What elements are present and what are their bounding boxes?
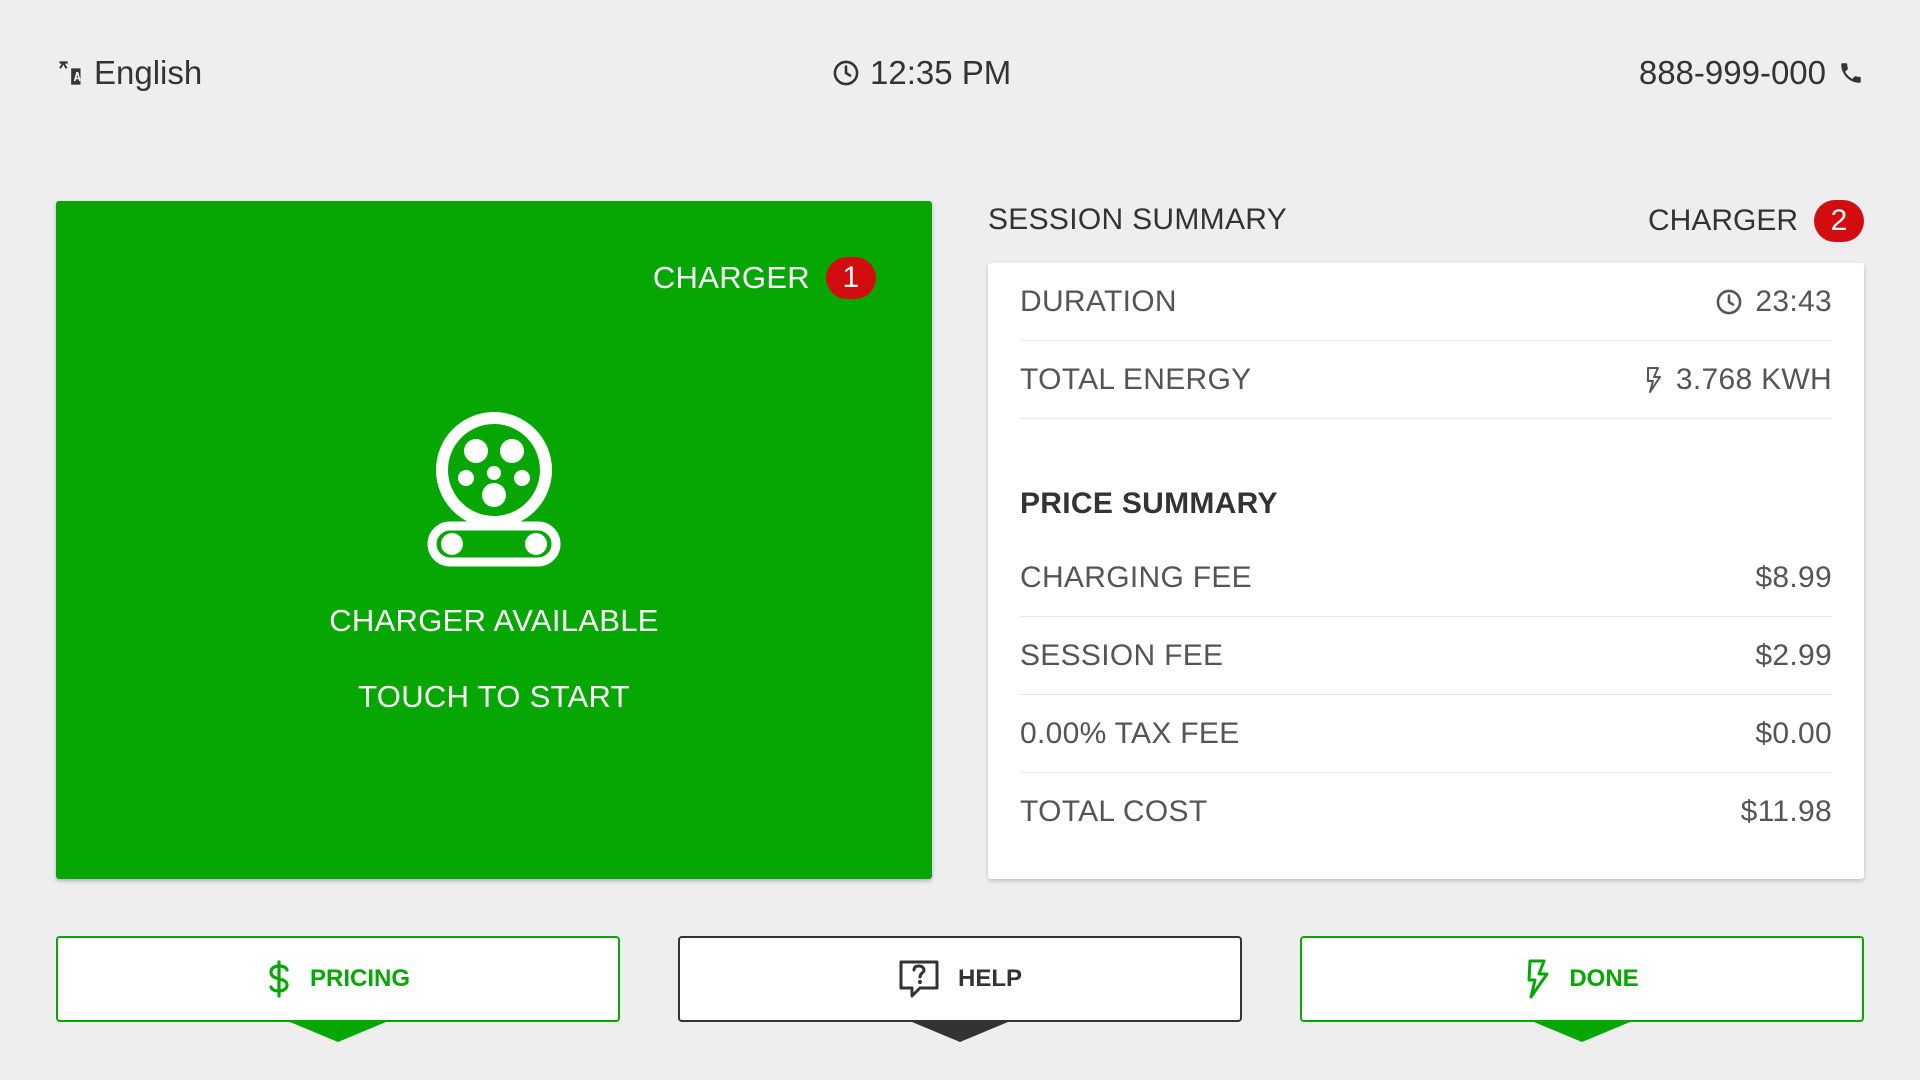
done-button[interactable]: DONE: [1300, 936, 1864, 1042]
phone-number: 888-999-000: [1638, 54, 1826, 91]
done-label: DONE: [1569, 965, 1639, 992]
charger-1-title: CHARGER: [652, 260, 810, 295]
price-row: 0.00% TAX FEE $0.00: [1020, 695, 1832, 773]
price-row: SESSION FEE $2.99: [1020, 617, 1832, 695]
charger-status: CHARGER AVAILABLE: [329, 603, 659, 638]
dollar-icon: [266, 960, 292, 998]
price-row-label: SESSION FEE: [1020, 638, 1224, 672]
help-tab-indicator: [912, 1022, 1008, 1042]
energy-label: TOTAL ENERGY: [1020, 362, 1252, 396]
price-row-value: $0.00: [1755, 716, 1832, 750]
duration-label: DURATION: [1020, 284, 1177, 318]
pricing-button[interactable]: PRICING: [56, 936, 620, 1042]
clock-icon: [832, 59, 860, 87]
support-phone[interactable]: 888-999-000: [1639, 54, 1864, 92]
top-bar: English 12:35 PM 888-999-000: [0, 0, 1920, 150]
phone-icon: [1838, 60, 1864, 86]
energy-value-group: 3.768 KWH: [1644, 363, 1832, 397]
help-chat-icon: [898, 959, 940, 999]
price-row-value: $2.99: [1755, 638, 1832, 672]
pricing-label: PRICING: [309, 965, 410, 992]
bolt-icon: [1644, 366, 1664, 394]
touch-to-start: TOUCH TO START: [358, 679, 630, 714]
language-label: English: [94, 54, 203, 91]
help-button[interactable]: HELP: [678, 936, 1242, 1042]
bolt-icon: [1525, 959, 1551, 999]
price-row: CHARGING FEE $8.99: [1020, 539, 1832, 617]
price-row-label: CHARGING FEE: [1020, 560, 1252, 594]
session-summary-card: DURATION 23:43 TOTAL ENERGY 3.768 KWH PR…: [988, 263, 1864, 879]
session-charger-label: CHARGER 2: [1648, 200, 1864, 242]
time-label: 12:35 PM: [870, 54, 1012, 91]
price-summary-title: PRICE SUMMARY: [1020, 487, 1278, 520]
duration-value: 23:43: [1755, 284, 1832, 318]
charger-2-badge: 2: [1814, 200, 1864, 242]
done-tab-indicator: [1534, 1022, 1630, 1042]
energy-row: TOTAL ENERGY 3.768 KWH: [1020, 341, 1832, 419]
price-row-label: TOTAL COST: [1020, 795, 1208, 828]
session-charger-text: CHARGER: [1647, 204, 1798, 237]
translate-icon: [56, 59, 84, 87]
duration-row: DURATION 23:43: [1020, 263, 1832, 341]
price-row-value: $8.99: [1755, 560, 1832, 594]
charger-1-card[interactable]: CHARGER 1 CHARGER AVAILABLE TOUCH TO STA…: [56, 201, 932, 879]
price-row-total: TOTAL COST $11.98: [1020, 773, 1832, 851]
price-row-label: 0.00% TAX FEE: [1020, 716, 1240, 750]
clock: 12:35 PM: [832, 54, 1011, 92]
pricing-tab-indicator: [290, 1022, 386, 1042]
session-summary-title: SESSION SUMMARY: [988, 203, 1288, 236]
duration-value-group: 23:43: [1715, 285, 1832, 319]
clock-icon: [1715, 288, 1743, 316]
ev-plug-icon: [426, 406, 562, 573]
language-selector[interactable]: English: [56, 54, 202, 92]
price-row-value: $11.98: [1740, 795, 1832, 828]
energy-value: 3.768 KWH: [1675, 362, 1832, 396]
help-label: HELP: [957, 965, 1022, 992]
charger-1-badge: 1: [826, 257, 876, 299]
charger-1-header: CHARGER 1: [653, 257, 876, 299]
